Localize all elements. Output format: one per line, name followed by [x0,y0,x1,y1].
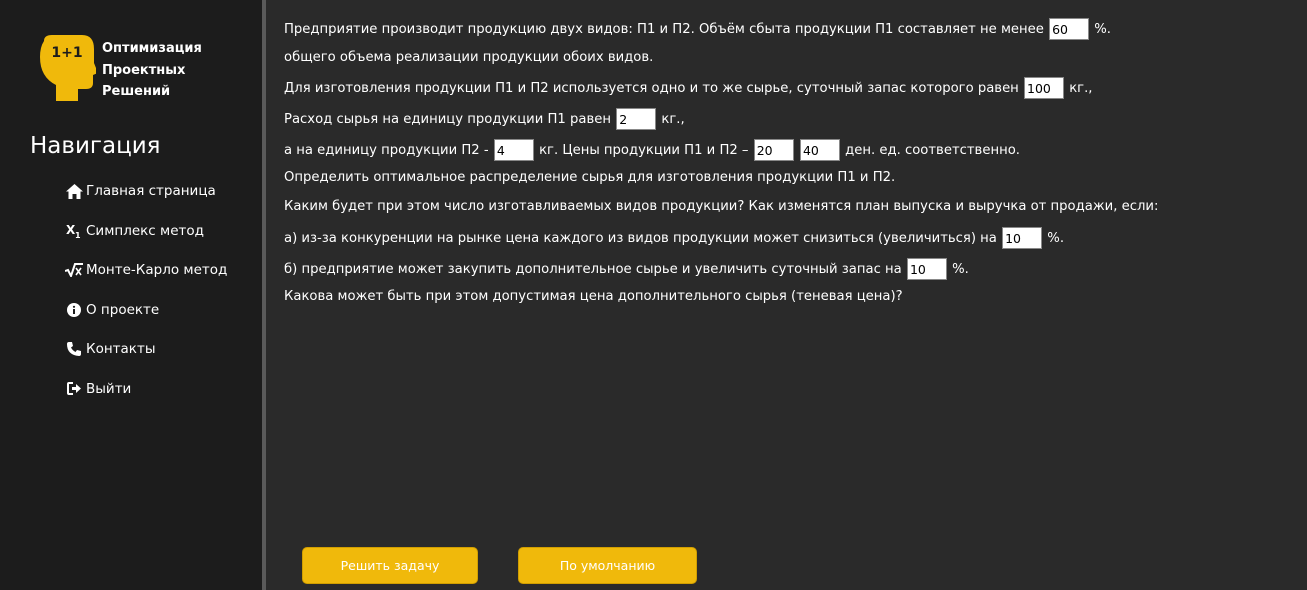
usage-p1-input[interactable] [616,108,657,130]
phone-icon [65,340,83,358]
problem-text: кг. Цены продукции П1 и П2 – [539,143,749,158]
svg-text:1: 1 [75,231,81,239]
problem-text: а на единицу продукции П2 - [284,143,489,158]
problem-line-1: Предприятие производит продукцию двух ви… [284,18,1111,40]
problem-line-8: а) из-за конкуренции на рынке цена каждо… [284,227,1064,249]
head-logo-icon: 1+1 [38,33,98,103]
nav-item-about-label: О проекте [86,301,160,318]
nav-item-logout[interactable]: Выйти [65,378,227,400]
problem-text: Предприятие производит продукцию двух ви… [284,22,1044,37]
nav-item-contacts[interactable]: Контакты [65,338,227,360]
home-icon [65,182,83,200]
nav-item-monte-carlo-label: Монте-Карло метод [86,262,228,279]
problem-text: б) предприятие может закупить дополнител… [284,262,902,277]
problem-line-10: Какова может быть при этом допустимая це… [284,289,903,304]
percent-sign: %. [1094,22,1112,37]
stock-increase-input[interactable] [906,258,947,280]
defaults-button[interactable]: По умолчанию [518,547,697,584]
subscript-x-icon: X1 [65,222,83,240]
problem-line-7: Каким будет при этом число изготавливаем… [284,199,1159,214]
percent-sign: %. [952,262,969,277]
square-root-icon [65,261,83,279]
problem-text: ден. ед. соответственно. [845,143,1020,158]
daily-stock-input[interactable] [1024,77,1065,99]
nav-item-home[interactable]: Главная страница [65,180,227,202]
nav-title: Навигация [30,133,161,159]
unit-kg: кг., [1069,81,1093,96]
sign-out-icon [65,380,83,398]
nav-item-simplex[interactable]: X1 Симплекс метод [65,220,227,242]
usage-p2-input[interactable] [493,139,534,161]
problem-line-2: общего объема реализации продукции обоих… [284,50,654,65]
price-p2-input[interactable] [799,139,840,161]
problem-text: Расход сырья на единицу продукции П1 рав… [284,112,611,127]
nav-item-contacts-label: Контакты [86,341,156,358]
nav-item-about[interactable]: О проекте [65,299,227,321]
problem-text: Для изготовления продукции П1 и П2 испол… [284,81,1019,96]
price-p1-input[interactable] [753,139,794,161]
share-p1-input[interactable] [1049,18,1090,40]
price-change-input[interactable] [1002,227,1043,249]
problem-text: а) из-за конкуренции на рынке цена каждо… [284,231,997,246]
nav-item-monte-carlo[interactable]: Монте-Карло метод [65,259,227,281]
brand-name-line3: Решений [102,84,171,99]
brand-name-line2: Проектных [102,62,186,78]
problem-line-6: Определить оптимальное распределение сыр… [284,170,896,185]
nav-item-simplex-label: Симплекс метод [86,222,204,239]
brand-name-line1: Оптимизация [102,41,202,56]
percent-sign: %. [1047,231,1065,246]
info-circle-icon [65,301,83,319]
sidebar: 1+1 Оптимизация Проектных Решений Навига… [0,0,262,590]
nav-item-logout-label: Выйти [86,380,132,397]
sidebar-divider [262,0,266,590]
problem-line-3: Для изготовления продукции П1 и П2 испол… [284,77,1093,99]
problem-line-5: а на единицу продукции П2 - кг. Цены про… [284,139,1020,161]
problem-line-9: б) предприятие может закупить дополнител… [284,258,969,280]
unit-kg: кг., [661,112,685,127]
solve-button[interactable]: Решить задачу [302,547,478,584]
nav-list: Главная страница X1 Симплекс метод Монте… [65,180,227,418]
nav-item-home-label: Главная страница [86,183,216,199]
logo-text: 1+1 [51,45,82,61]
brand[interactable]: 1+1 Оптимизация Проектных Решений [38,33,202,103]
brand-name: Оптимизация Проектных Решений [102,33,202,103]
problem-line-4: Расход сырья на единицу продукции П1 рав… [284,108,685,130]
